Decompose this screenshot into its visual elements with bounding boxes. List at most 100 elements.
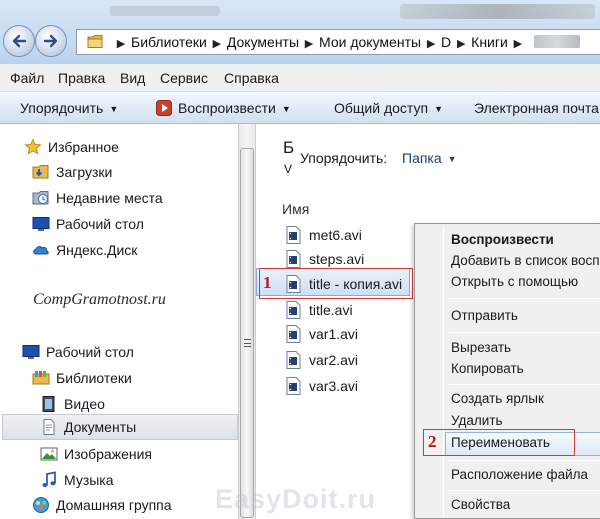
file-name: var2.avi xyxy=(309,352,359,368)
ctx-separator xyxy=(449,460,600,461)
breadcrumb-documents[interactable]: Документы xyxy=(227,34,299,50)
back-button[interactable] xyxy=(3,25,35,57)
desktop-icon xyxy=(32,217,50,231)
organize-button[interactable]: Упорядочить ▼ xyxy=(20,100,118,116)
file-name: var1.avi xyxy=(309,326,359,342)
caret-down-icon: ▼ xyxy=(109,104,119,114)
breadcrumb-d[interactable]: D xyxy=(441,34,451,50)
nav-libraries[interactable]: Библиотеки xyxy=(32,366,132,390)
desktop-icon xyxy=(22,345,40,359)
menu-help[interactable]: Справка xyxy=(224,70,279,86)
breadcrumb-chevron-icon[interactable]: ▶ xyxy=(513,37,523,50)
video-file-icon xyxy=(286,325,301,343)
breadcrumb-chevron-icon[interactable]: ▶ xyxy=(116,37,126,50)
context-menu-gutter xyxy=(443,226,444,518)
library-title-fragment: Б xyxy=(283,138,295,157)
ctx-cut[interactable]: Вырезать xyxy=(451,340,511,360)
caret-down-icon: ▼ xyxy=(447,154,457,164)
site-watermark-bottom: EasyDoit.ru xyxy=(215,484,377,514)
nav-downloads[interactable]: Загрузки xyxy=(32,160,112,184)
breadcrumb-chevron-icon[interactable]: ▶ xyxy=(212,37,222,50)
pane-scrollbar[interactable] xyxy=(238,124,256,519)
nav-documents[interactable]: Документы xyxy=(40,415,136,439)
file-row[interactable]: var3.avi xyxy=(286,375,358,397)
site-watermark: CompGramotnost.ru xyxy=(33,291,166,308)
breadcrumb: ▶ Библиотеки ▶ Документы ▶ Мои документы ▶ D ▶ Кн… xyxy=(111,34,580,50)
breadcrumb-chevron-icon[interactable]: ▶ xyxy=(426,37,436,50)
nav-desktop-favorite-label: Рабочий стол xyxy=(56,216,144,232)
ctx-create-shortcut[interactable]: Создать ярлык xyxy=(451,391,544,411)
ctx-open-with[interactable]: Открыть с помощью xyxy=(451,274,578,294)
video-file-icon xyxy=(286,226,301,244)
homegroup-icon xyxy=(33,497,49,513)
email-button[interactable]: Электронная почта xyxy=(474,100,599,116)
file-name: title.avi xyxy=(309,302,353,318)
nav-recent[interactable]: Недавние места xyxy=(32,186,163,210)
ctx-send-to[interactable]: Отправить xyxy=(451,308,518,328)
breadcrumb-chevron-icon[interactable]: ▶ xyxy=(304,37,314,50)
nav-images[interactable]: Изображения xyxy=(40,442,152,466)
ctx-play[interactable]: Воспроизвести xyxy=(451,232,554,252)
library-subtitle-fragment: V xyxy=(284,162,293,176)
video-file-icon xyxy=(286,250,301,268)
column-header-name[interactable]: Имя xyxy=(282,201,309,217)
star-icon xyxy=(24,138,42,155)
context-menu: Воспроизвести Добавить в список воспр От… xyxy=(414,223,600,519)
nav-homegroup[interactable]: Домашняя группа xyxy=(32,493,172,517)
address-field[interactable]: ▶ Библиотеки ▶ Документы ▶ Мои документы ▶ D ▶ Кн… xyxy=(76,29,600,55)
file-row[interactable]: var2.avi xyxy=(286,349,358,371)
file-name: steps.avi xyxy=(309,251,365,267)
nav-images-label: Изображения xyxy=(64,446,152,462)
file-row[interactable]: var1.avi xyxy=(286,323,358,345)
ctx-separator xyxy=(449,384,600,385)
menu-file[interactable]: Файл xyxy=(10,70,44,86)
share-label: Общий доступ xyxy=(334,100,429,116)
grip-icon xyxy=(244,339,251,347)
ctx-properties[interactable]: Свойства xyxy=(451,497,510,517)
ctx-copy[interactable]: Копировать xyxy=(451,361,524,381)
breadcrumb-books[interactable]: Книги xyxy=(471,34,508,50)
arrange-by-label: Упорядочить: xyxy=(300,150,388,166)
nav-yandex-disk-label: Яндекс.Диск xyxy=(56,242,138,258)
nav-music[interactable]: Музыка xyxy=(40,468,114,492)
ctx-add-to-list[interactable]: Добавить в список воспр xyxy=(451,253,600,273)
scrollbar-thumb[interactable] xyxy=(240,148,254,518)
nav-libraries-label: Библиотеки xyxy=(56,370,132,386)
breadcrumb-libraries[interactable]: Библиотеки xyxy=(131,34,207,50)
file-row[interactable]: title.avi xyxy=(286,299,353,321)
file-row[interactable]: steps.avi xyxy=(286,248,364,270)
file-name: var3.avi xyxy=(309,378,359,394)
nav-downloads-label: Загрузки xyxy=(56,164,113,180)
play-label: Воспроизвести xyxy=(178,100,276,116)
nav-recent-label: Недавние места xyxy=(56,190,163,206)
documents-library-icon xyxy=(43,419,55,435)
file-name: met6.avi xyxy=(309,227,362,243)
share-button[interactable]: Общий доступ ▼ xyxy=(334,100,443,116)
menu-tools[interactable]: Сервис xyxy=(160,70,208,86)
menu-edit[interactable]: Правка xyxy=(58,70,105,86)
callout-box-1 xyxy=(259,268,413,299)
folder-icon xyxy=(87,35,103,48)
breadcrumb-chevron-icon[interactable]: ▶ xyxy=(456,37,466,50)
breadcrumb-blurred xyxy=(533,35,580,48)
media-play-icon xyxy=(156,100,172,116)
navigation-pane: Избранное Загрузки Недавние места Рабочи… xyxy=(0,124,238,519)
forward-button[interactable] xyxy=(35,25,67,57)
ctx-file-location[interactable]: Расположение файла xyxy=(451,467,588,487)
nav-favorites[interactable]: Избранное xyxy=(24,135,119,159)
caret-down-icon: ▼ xyxy=(434,104,443,114)
callout-number-1: 1 xyxy=(263,273,272,292)
nav-yandex-disk[interactable]: Яндекс.Диск xyxy=(32,238,137,262)
play-button[interactable]: Воспроизвести ▼ xyxy=(156,100,291,116)
file-row[interactable]: met6.avi xyxy=(286,224,362,246)
arrange-by-dropdown[interactable]: Папка ▼ xyxy=(402,150,457,166)
breadcrumb-my-documents[interactable]: Мои документы xyxy=(319,34,421,50)
nav-desktop-favorite[interactable]: Рабочий стол xyxy=(32,212,144,236)
command-bar: Упорядочить ▼ Воспроизвести ▼ Общий доступ… xyxy=(0,92,600,124)
nav-homegroup-label: Домашняя группа xyxy=(56,497,172,513)
ctx-separator xyxy=(449,298,600,299)
nav-video[interactable]: Видео xyxy=(40,392,105,416)
menu-view[interactable]: Вид xyxy=(120,70,145,86)
menu-bar: Файл Правка Вид Сервис Справка xyxy=(0,64,600,92)
nav-desktop[interactable]: Рабочий стол xyxy=(22,340,134,364)
